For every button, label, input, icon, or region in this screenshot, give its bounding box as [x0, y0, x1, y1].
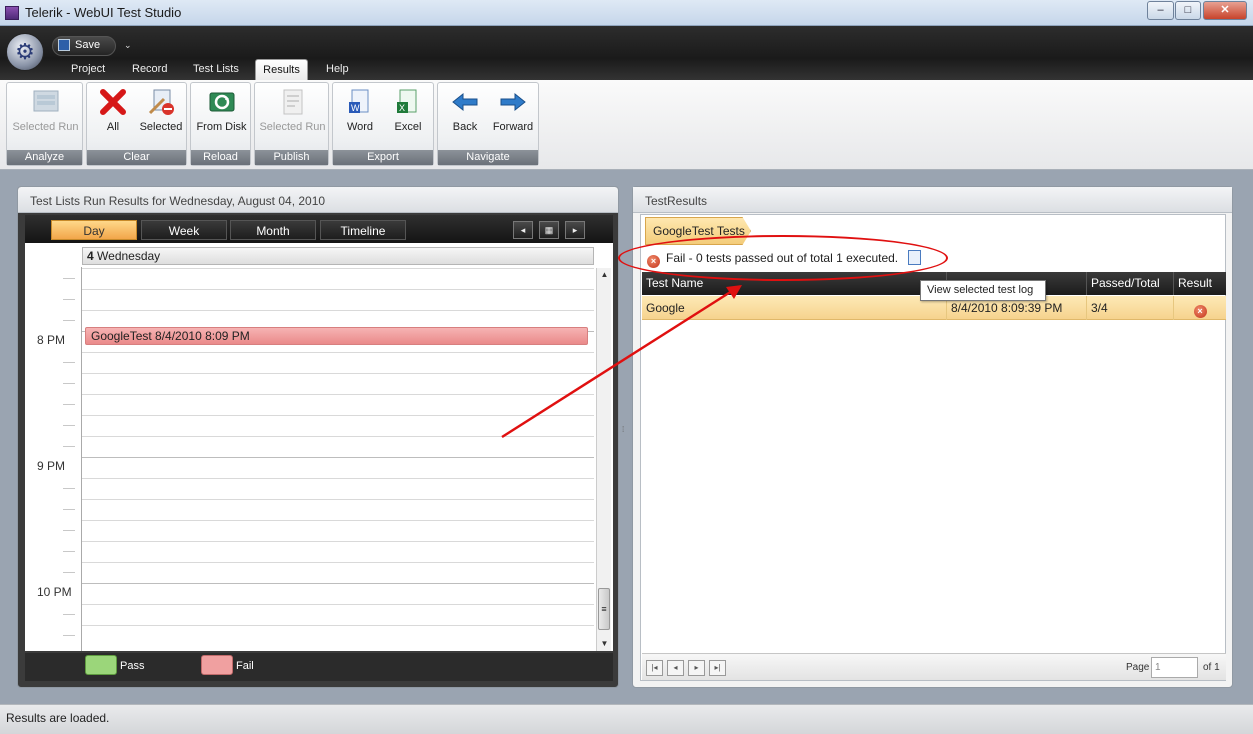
status-bar: Results are loaded. [0, 704, 1253, 734]
annotation-arrow [501, 285, 742, 439]
status-text: Results are loaded. [6, 711, 110, 725]
